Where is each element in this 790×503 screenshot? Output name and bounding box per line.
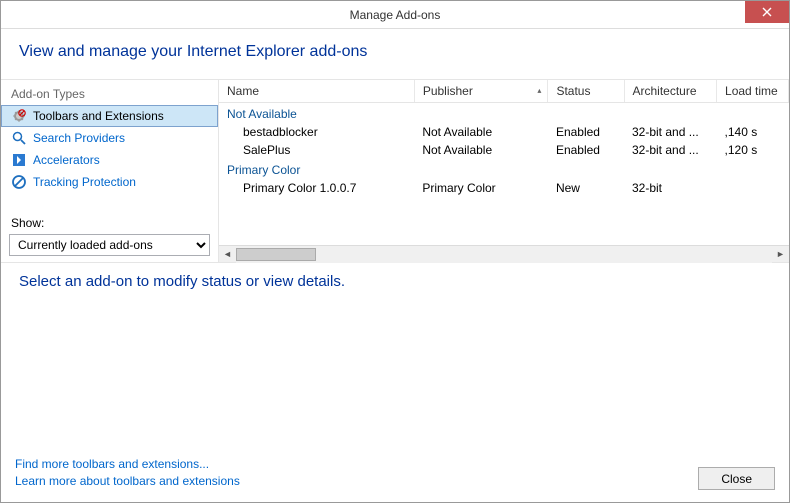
sidebar-item-accelerators[interactable]: Accelerators [1,149,218,171]
find-more-link[interactable]: Find more toolbars and extensions... [15,456,698,473]
cell-publisher: Not Available [414,141,548,159]
page-title: View and manage your Internet Explorer a… [19,43,771,61]
scroll-left-arrow-icon[interactable]: ◄ [219,246,236,263]
sidebar-item-search-providers[interactable]: Search Providers [1,127,218,149]
addon-table: Name Publisher Status Architecture Load … [219,80,789,245]
col-publisher[interactable]: Publisher [414,80,548,103]
col-status[interactable]: Status [548,80,624,103]
cell-load-time: ,120 s [717,141,789,159]
main-panel: Name Publisher Status Architecture Load … [219,80,789,262]
cell-status: Enabled [548,141,624,159]
sidebar-heading: Add-on Types [1,84,218,105]
scroll-right-arrow-icon[interactable]: ► [772,246,789,263]
show-label: Show: [1,214,218,232]
accelerator-icon [11,152,27,168]
cell-architecture: 32-bit [624,179,717,197]
horizontal-scrollbar[interactable]: ◄ ► [219,245,789,262]
cell-publisher: Not Available [414,123,548,141]
sidebar-item-tracking-protection[interactable]: Tracking Protection [1,171,218,193]
gear-disabled-icon [11,108,27,124]
sidebar-spacer [1,193,218,214]
cell-status: Enabled [548,123,624,141]
sidebar-item-label: Tracking Protection [33,175,136,189]
prohibit-icon [11,174,27,190]
cell-architecture: 32-bit and ... [624,141,717,159]
content-area: Add-on Types Toolbars and Extensions Sea… [1,79,789,263]
col-name[interactable]: Name [219,80,414,103]
header: View and manage your Internet Explorer a… [1,29,789,79]
window-close-button[interactable] [745,1,789,23]
search-icon [11,130,27,146]
sidebar-item-toolbars-extensions[interactable]: Toolbars and Extensions [1,105,218,127]
group-row[interactable]: Not Available [219,103,789,124]
close-button[interactable]: Close [698,467,775,490]
col-load-time[interactable]: Load time [717,80,789,103]
table-row[interactable]: SalePlus Not Available Enabled 32-bit an… [219,141,789,159]
group-row[interactable]: Primary Color [219,159,789,179]
group-label: Not Available [219,103,789,124]
col-architecture[interactable]: Architecture [624,80,717,103]
table-row[interactable]: Primary Color 1.0.0.7 Primary Color New … [219,179,789,197]
cell-name: Primary Color 1.0.0.7 [219,179,414,197]
sidebar-item-label: Accelerators [33,153,100,167]
sidebar-item-label: Toolbars and Extensions [33,109,164,123]
detail-message: Select an add-on to modify status or vie… [1,263,789,300]
cell-architecture: 32-bit and ... [624,123,717,141]
scroll-track[interactable] [236,246,772,263]
show-select[interactable]: Currently loaded add-ons [9,234,210,256]
footer-links: Find more toolbars and extensions... Lea… [15,456,698,490]
close-icon [762,7,772,17]
table-row[interactable]: bestadblocker Not Available Enabled 32-b… [219,123,789,141]
footer: Find more toolbars and extensions... Lea… [1,448,789,502]
sidebar-item-label: Search Providers [33,131,125,145]
cell-name: SalePlus [219,141,414,159]
cell-load-time [717,179,789,197]
cell-load-time: ,140 s [717,123,789,141]
sidebar: Add-on Types Toolbars and Extensions Sea… [1,80,219,262]
cell-status: New [548,179,624,197]
cell-publisher: Primary Color [414,179,548,197]
titlebar: Manage Add-ons [1,1,789,29]
learn-more-link[interactable]: Learn more about toolbars and extensions [15,473,698,490]
cell-name: bestadblocker [219,123,414,141]
scroll-thumb[interactable] [236,248,316,261]
group-label: Primary Color [219,159,789,179]
window-title: Manage Add-ons [1,8,789,22]
